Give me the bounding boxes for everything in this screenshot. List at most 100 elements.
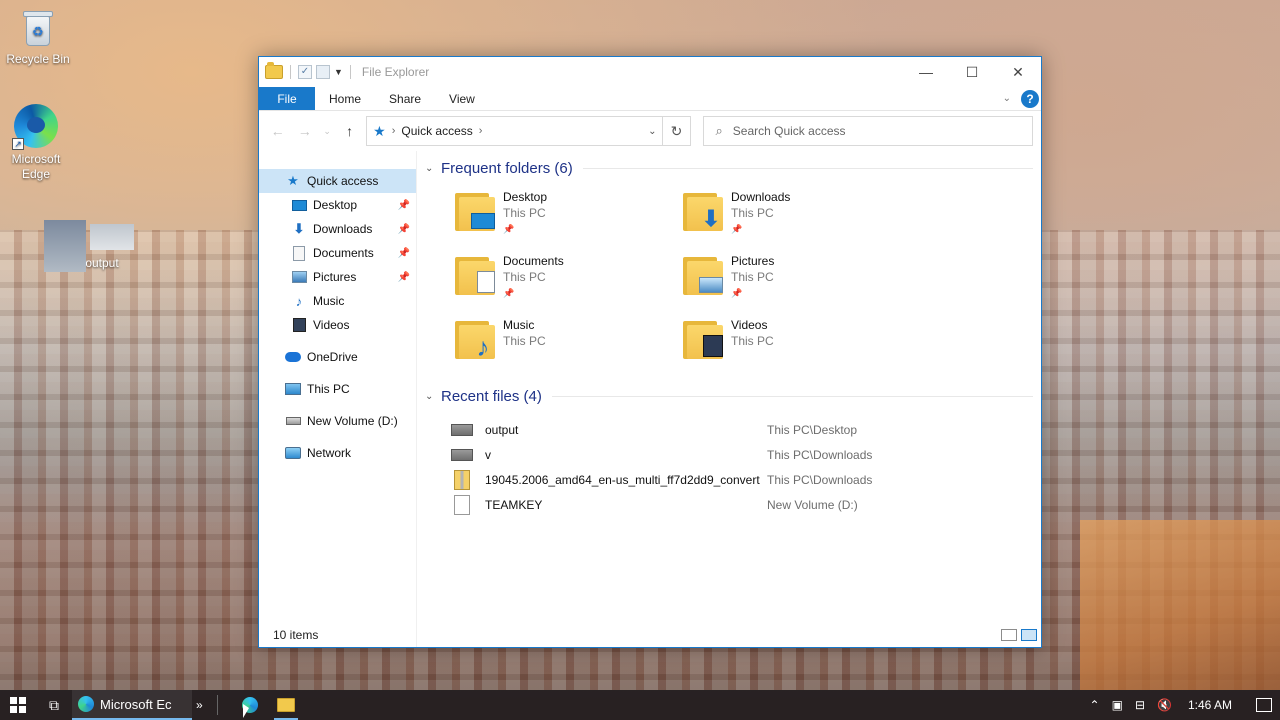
task-view-icon[interactable]: ⧉: [36, 690, 72, 720]
pin-icon: 📌: [731, 288, 743, 298]
tab-home[interactable]: Home: [315, 87, 375, 110]
address-bar[interactable]: ★ › Quick access › ⌄: [366, 116, 664, 146]
desktop-folder-icon: [455, 189, 495, 231]
documents-icon: [291, 245, 307, 261]
recycle-bin-icon: ♻: [21, 8, 55, 48]
breadcrumb-separator-icon[interactable]: ›: [392, 125, 396, 137]
desktop-icon-recycle-bin[interactable]: ♻ Recycle Bin: [2, 8, 74, 67]
pin-icon: 📌: [397, 199, 410, 211]
network-icon: [285, 445, 301, 461]
desktop-icon-label: Recycle Bin: [6, 52, 70, 66]
file-explorer-window: ✓ ▼ File Explorer — ☐ ✕ File Home Share …: [258, 56, 1042, 648]
folder-tile-desktop[interactable]: Desktop This PC 📌: [455, 185, 683, 249]
folder-tile-downloads[interactable]: ⬇ Downloads This PC 📌: [683, 185, 911, 249]
videos-icon: [291, 317, 307, 333]
sidebar-item-onedrive[interactable]: OneDrive: [259, 345, 416, 369]
quick-access-toolbar: ✓ ▼: [259, 62, 354, 79]
notification-icon[interactable]: [1256, 698, 1272, 712]
show-hidden-icons-icon[interactable]: ⌃: [1090, 698, 1100, 712]
folder-tile-videos[interactable]: Videos This PC: [683, 313, 911, 377]
expand-ribbon-icon[interactable]: ⌄: [1003, 93, 1011, 104]
sidebar-item-desktop[interactable]: Desktop 📌: [259, 193, 416, 217]
star-icon: ★: [373, 122, 386, 139]
search-placeholder: Search Quick access: [732, 124, 846, 138]
list-item[interactable]: output This PC\Desktop: [423, 417, 1041, 442]
mouse-cursor-icon: [243, 704, 249, 718]
folder-icon: [276, 698, 295, 712]
refresh-icon[interactable]: ↻: [663, 116, 691, 146]
sidebar-item-videos[interactable]: Videos: [259, 313, 416, 337]
frequent-folders-header[interactable]: ⌄ Frequent folders (6): [423, 155, 1041, 181]
search-input[interactable]: ⌕ Search Quick access: [702, 116, 1034, 146]
frequent-folders-grid: Desktop This PC 📌 ⬇ Downloads This PC 📌: [423, 185, 1041, 377]
desktop-icon-output[interactable]: output: [42, 220, 138, 272]
sidebar-item-quick-access[interactable]: ★ Quick access: [259, 169, 416, 193]
system-tray: ⌃ ▣ ⊟ 🔇 1:46 AM: [1090, 690, 1280, 720]
folder-tile-pictures[interactable]: Pictures This PC 📌: [683, 249, 911, 313]
volume-muted-icon[interactable]: 🔇: [1157, 698, 1172, 712]
help-icon[interactable]: ?: [1021, 89, 1039, 108]
breadcrumb[interactable]: Quick access: [401, 124, 472, 138]
folder-tile-documents[interactable]: Documents This PC 📌: [455, 249, 683, 313]
sidebar-item-network[interactable]: Network: [259, 441, 416, 465]
tab-share[interactable]: Share: [375, 87, 435, 110]
tab-view[interactable]: View: [435, 87, 489, 110]
desktop-icon: [291, 197, 307, 213]
text-file-icon: [454, 494, 470, 515]
minimize-button[interactable]: —: [903, 57, 949, 87]
title-bar[interactable]: ✓ ▼ File Explorer — ☐ ✕: [259, 57, 1041, 87]
maximize-button[interactable]: ☐: [949, 57, 995, 87]
breadcrumb-separator-icon[interactable]: ›: [479, 125, 483, 137]
wallpaper-building: [1080, 520, 1280, 690]
folder-tile-music[interactable]: ♪ Music This PC: [455, 313, 683, 377]
sidebar-item-this-pc[interactable]: This PC: [259, 377, 416, 401]
download-icon: ⬇: [293, 221, 305, 236]
list-item[interactable]: v This PC\Downloads: [423, 442, 1041, 467]
list-item[interactable]: 19045.2006_amd64_en-us_multi_ff7d2dd9_co…: [423, 467, 1041, 492]
customize-toolbar-icon[interactable]: ▼: [334, 67, 343, 77]
start-button[interactable]: [0, 690, 36, 720]
pin-icon: 📌: [397, 271, 410, 283]
recent-files-list: output This PC\Desktop v This PC\Downloa…: [423, 417, 1041, 517]
content-pane: ⌄ Frequent folders (6) Desktop This PC 📌…: [417, 151, 1041, 647]
pin-icon: 📌: [503, 224, 515, 234]
edge-icon: [78, 696, 94, 712]
tab-file[interactable]: File: [259, 87, 315, 110]
cloud-icon: [285, 349, 301, 365]
taskbar: ⧉ Microsoft Ec » ⌃ ▣ ⊟ 🔇 1:46 AM: [0, 690, 1280, 720]
sidebar-item-documents[interactable]: Documents 📌: [259, 241, 416, 265]
up-icon[interactable]: ↑: [339, 123, 360, 139]
taskbar-overflow-icon[interactable]: »: [196, 698, 203, 712]
new-folder-icon[interactable]: [316, 65, 330, 79]
taskbar-edge-button[interactable]: Microsoft Ec: [72, 690, 192, 720]
details-view-icon[interactable]: [1001, 629, 1017, 641]
windows-logo-icon: [10, 697, 26, 713]
pin-icon: 📌: [397, 223, 410, 235]
recent-locations-icon[interactable]: ⌄: [321, 126, 333, 137]
pin-icon: 📌: [731, 224, 743, 234]
sidebar-item-new-volume[interactable]: New Volume (D:): [259, 409, 416, 433]
large-icons-view-icon[interactable]: [1021, 629, 1037, 641]
address-dropdown-icon[interactable]: ⌄: [648, 126, 656, 137]
search-icon: ⌕: [715, 123, 723, 138]
taskbar-file-explorer[interactable]: [268, 690, 304, 720]
desktop-icon-edge[interactable]: ↗ Microsoft Edge: [0, 104, 72, 182]
clock[interactable]: 1:46 AM: [1188, 698, 1232, 712]
properties-icon[interactable]: ✓: [298, 65, 312, 79]
taskbar-edge-pinned[interactable]: [232, 690, 268, 720]
music-icon: ♪: [295, 293, 303, 309]
network-status-icon[interactable]: ⊟: [1135, 698, 1145, 712]
forward-icon[interactable]: →: [294, 123, 315, 139]
back-icon[interactable]: ←: [267, 123, 288, 139]
close-button[interactable]: ✕: [995, 57, 1041, 87]
image-file-icon: [451, 423, 473, 436]
sidebar-item-music[interactable]: ♪ Music: [259, 289, 416, 313]
item-count: 10 items: [273, 628, 319, 642]
device-icon[interactable]: ▣: [1112, 698, 1123, 712]
sidebar-item-pictures[interactable]: Pictures 📌: [259, 265, 416, 289]
sidebar-item-downloads[interactable]: ⬇ Downloads 📌: [259, 217, 416, 241]
recent-files-header[interactable]: ⌄ Recent files (4): [423, 383, 1041, 409]
collapse-icon[interactable]: ⌄: [425, 391, 435, 402]
list-item[interactable]: TEAMKEY New Volume (D:): [423, 492, 1041, 517]
collapse-icon[interactable]: ⌄: [425, 163, 435, 174]
